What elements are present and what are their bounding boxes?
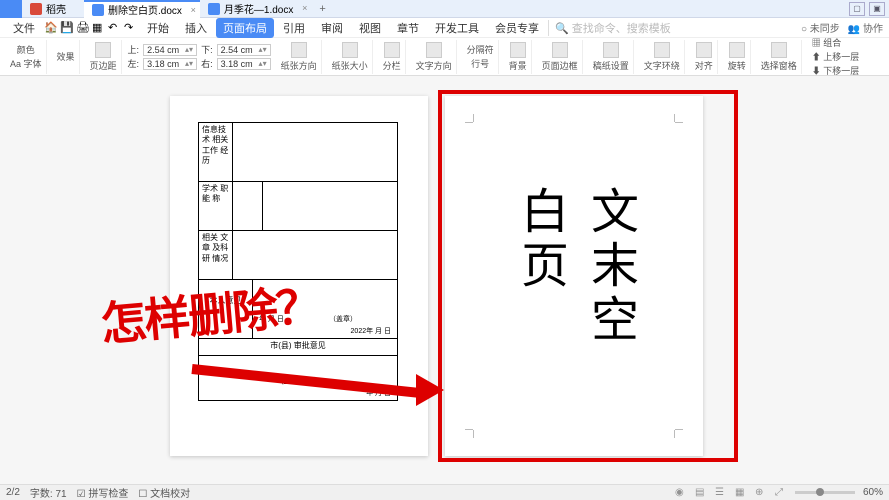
ribbon-select-pane[interactable]: 选择窗格 [757,40,802,74]
group-button[interactable]: ▦ 组合 [812,36,842,49]
margins-icon [95,42,111,58]
columns-icon [384,42,400,58]
ribbon-margin-values: 上: 2.54 cm▴▾ 下: 2.54 cm▴▾ 左: 3.18 cm▴▾ 右… [128,43,271,70]
sync-status[interactable]: ○ 未同步 [801,20,840,35]
effect-button[interactable]: 效果 [57,50,75,63]
orientation-icon [291,42,307,58]
ribbon-rotate[interactable]: 旋转 [724,40,751,74]
ribbon-pageborder[interactable]: 页面边框 [538,40,583,74]
view-outline-icon[interactable]: ☰ [715,487,727,499]
menu-sections[interactable]: 章节 [390,18,426,38]
menu-view[interactable]: 视图 [352,18,388,38]
home-icon[interactable]: 🏠 [44,21,58,35]
textdir-icon [426,42,442,58]
tab-doc-2[interactable]: 月季花—1.docx × [200,0,311,18]
window-controls: ▢ ▣ [849,2,889,16]
tab-label: 稻壳 [46,1,66,16]
fit-icon[interactable]: ⤢ [775,487,787,499]
menu-insert[interactable]: 插入 [178,18,214,38]
menu-file[interactable]: 文件 [6,18,42,38]
close-icon[interactable]: × [191,5,196,15]
cell: 相关 文章 及科研 情况 [199,231,233,279]
word-count[interactable]: 字数: 71 [30,485,67,500]
tab-daoke[interactable]: 稻壳 [22,0,84,18]
word-icon [208,3,220,15]
select-icon [771,42,787,58]
ribbon-wrap[interactable]: 文字环绕 [640,40,685,74]
ribbon-papersize[interactable]: 纸张大小 [328,40,373,74]
undo-icon[interactable]: ↶ [108,21,122,35]
view-mode-icon[interactable]: ◉ [675,487,687,499]
ribbon: 颜色 Aa 字体 效果 页边距 上: 2.54 cm▴▾ 下: 2.54 cm▴… [0,38,889,76]
annotation-border [438,90,738,462]
up-layer-button[interactable]: ⬆ 上移一层 [812,50,860,63]
color-button[interactable]: 颜色 [17,43,35,56]
ribbon-background[interactable]: 背景 [505,40,532,74]
hyphen-button[interactable]: 分隔符 [467,43,494,56]
view-print-icon[interactable]: ▦ [735,487,747,499]
tab-label: 月季花—1.docx [224,1,293,16]
wrap-icon [654,42,670,58]
ribbon-paper-setup[interactable]: 稿纸设置 [589,40,634,74]
win-btn-2[interactable]: ▣ [869,2,885,16]
redo-icon[interactable]: ↷ [124,21,138,35]
zoom-value[interactable]: 60% [863,487,883,498]
lineno-button[interactable]: 行号 [471,57,489,70]
menubar: 文件 🏠 💾 🖨 ▦ ↶ ↷ 开始 插入 页面布局 引用 审阅 视图 章节 开发… [0,18,889,38]
save-icon[interactable]: 💾 [60,21,74,35]
menu-pagelayout[interactable]: 页面布局 [216,18,274,38]
align-icon [696,42,712,58]
menu-member[interactable]: 会员专享 [488,18,546,38]
daoke-icon [30,3,42,15]
word-icon [92,4,104,16]
tab-doc-1[interactable]: 删除空白页.docx × [84,0,200,18]
close-icon[interactable]: × [302,3,307,13]
zoom-slider[interactable] [795,491,855,494]
papersize-icon [342,42,358,58]
border-icon [552,42,568,58]
menu-references[interactable]: 引用 [276,18,312,38]
ribbon-margins-btn[interactable]: 页边距 [86,40,122,74]
page-count[interactable]: 2/2 [6,487,20,498]
menu-start[interactable]: 开始 [140,18,176,38]
ribbon-orientation[interactable]: 纸张方向 [277,40,322,74]
margin-left-input[interactable]: 3.18 cm▴▾ [143,58,197,70]
view-web-icon[interactable]: ▤ [695,487,707,499]
background-icon [510,42,526,58]
menu-devtools[interactable]: 开发工具 [428,18,486,38]
annotation-arrow [192,356,440,384]
cell: 学术 职 能 称 [199,182,233,230]
win-btn-1[interactable]: ▢ [849,2,865,16]
spell-check-toggle[interactable]: ☑ 拼写检查 [77,485,129,500]
ribbon-align[interactable]: 对齐 [691,40,718,74]
margin-right-input[interactable]: 3.18 cm▴▾ [217,58,271,70]
ribbon-textdir[interactable]: 文字方向 [412,40,457,74]
ribbon-effect: 效果 [53,40,80,74]
proof-toggle[interactable]: ☐ 文档校对 [138,485,190,500]
app-logo[interactable] [0,0,22,18]
titlebar: 稻壳 删除空白页.docx × 月季花—1.docx × + ▢ ▣ [0,0,889,18]
ribbon-arrange: ▦ 组合 ⬆ 上移一层 ⬇ 下移一层 [808,40,864,74]
print-icon[interactable]: 🖨 [76,21,90,35]
ribbon-lineno-hyphen: 分隔符 行号 [463,40,499,74]
document-canvas[interactable]: 信息技术 相关 工作 经历 学术 职 能 称 相关 文章 及科研 情况 本人意见… [0,76,889,484]
view-reading-icon[interactable]: ⊕ [755,487,767,499]
menu-review[interactable]: 审阅 [314,18,350,38]
ribbon-columns[interactable]: 分栏 [379,40,406,74]
statusbar: 2/2 字数: 71 ☑ 拼写检查 ☐ 文档校对 ◉ ▤ ☰ ▦ ⊕ ⤢ 60% [0,484,889,500]
ribbon-theme: 颜色 Aa 字体 [6,40,47,74]
new-tab-button[interactable]: + [311,3,333,15]
font-button[interactable]: Aa 字体 [10,57,42,70]
margin-top-input[interactable]: 2.54 cm▴▾ [143,44,197,56]
tab-label: 删除空白页.docx [108,2,182,17]
search-input[interactable]: 🔍 查找命令、搜索模板 [548,20,671,36]
rotate-icon [729,42,745,58]
cell: 信息技术 相关 工作 经历 [199,123,233,181]
coop-button[interactable]: 👥 协作 [848,20,883,35]
paper-icon [603,42,619,58]
preview-icon[interactable]: ▦ [92,21,106,35]
margin-bottom-input[interactable]: 2.54 cm▴▾ [217,44,271,56]
